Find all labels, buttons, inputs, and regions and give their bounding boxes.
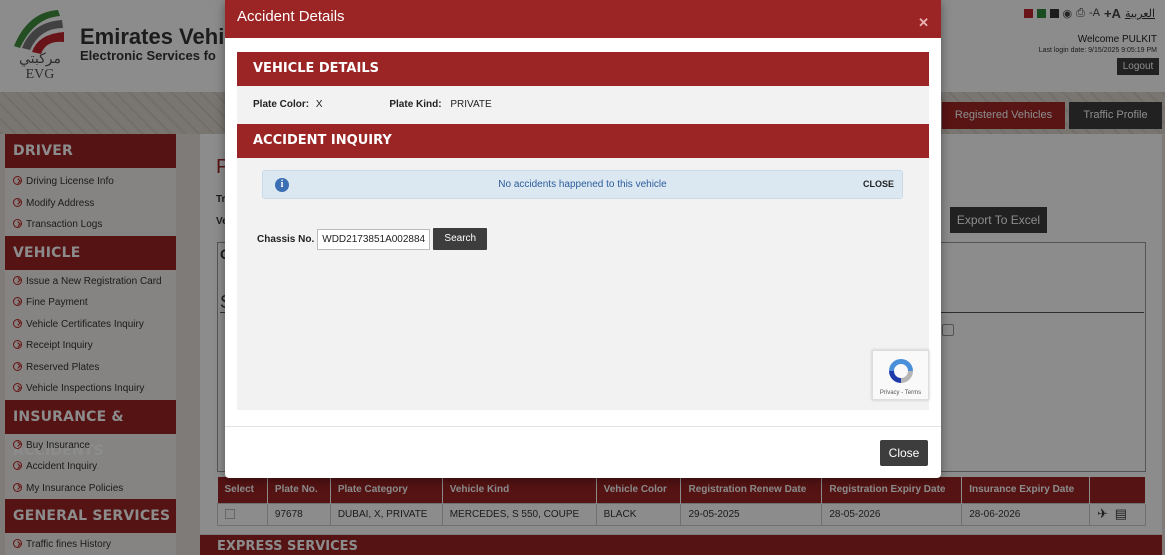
accident-details-modal: Accident Details ✕ VEHICLE DETAILS Plate… [225,0,941,478]
close-icon[interactable]: ✕ [918,6,929,40]
modal-body: VEHICLE DETAILS Plate Color: X Plate Kin… [237,52,929,410]
close-button[interactable]: Close [880,440,928,466]
alert-message: No accidents happened to this vehicle [498,179,667,190]
vehicle-details-heading: VEHICLE DETAILS [237,52,929,86]
recaptcha-icon [889,359,913,383]
chassis-input[interactable] [317,228,431,250]
info-alert: i No accidents happened to this vehicle … [262,170,903,199]
plate-color-label: Plate Color: [253,99,310,110]
recaptcha-widget[interactable]: Privacy - Terms [872,350,929,400]
plate-kind-label: Plate Kind: [389,99,442,110]
chassis-label: Chassis No. [257,233,315,245]
plate-kind-value: PRIVATE [450,99,492,110]
modal-title: Accident Details [237,8,345,25]
alert-close-button[interactable]: CLOSE [863,171,894,198]
plate-info-row: Plate Color: X Plate Kind: PRIVATE [237,86,929,124]
modal-header: Accident Details ✕ [225,0,941,38]
accident-inquiry-heading: ACCIDENT INQUIRY [237,124,929,158]
plate-color-value: X [315,99,323,110]
modal-footer-divider [225,426,941,427]
search-button[interactable]: Search [433,228,488,250]
chassis-search-row: Chassis No. Search [257,228,488,250]
recaptcha-terms[interactable]: Privacy - Terms [873,390,928,396]
